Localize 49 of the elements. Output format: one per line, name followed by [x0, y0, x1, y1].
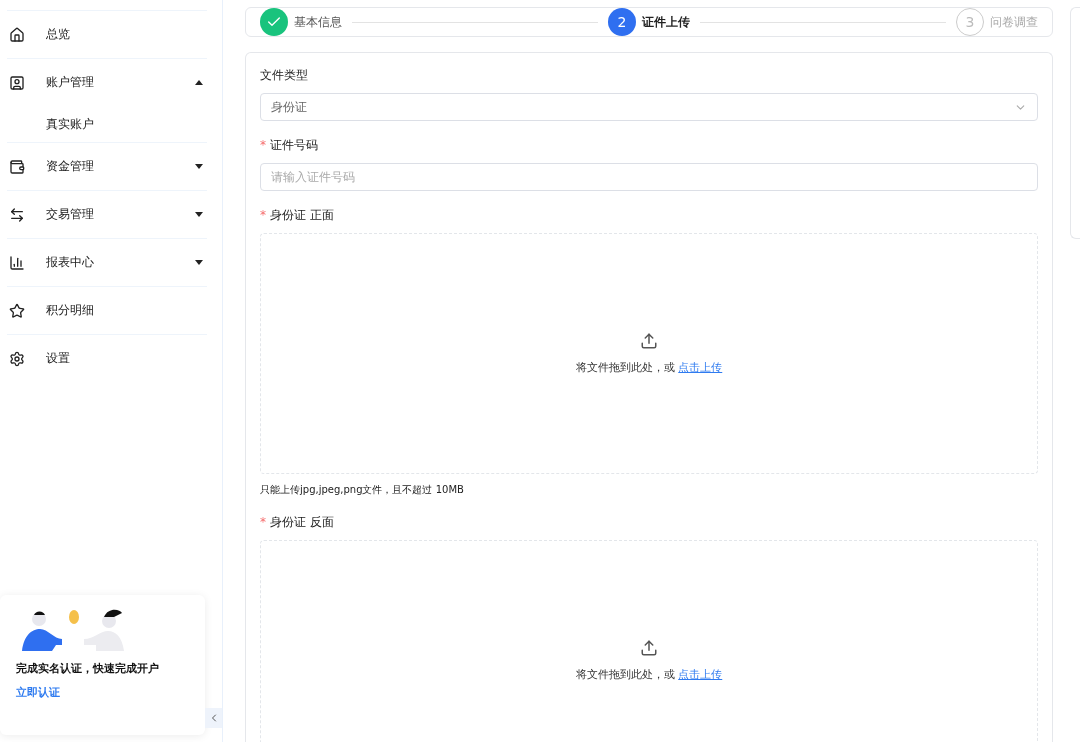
label-text: 证件号码	[270, 138, 318, 152]
select-field[interactable]: 身份证	[260, 93, 1038, 121]
exchange-icon	[9, 206, 25, 223]
label-text: 身份证 反面	[270, 515, 334, 529]
wallet-icon	[9, 158, 25, 175]
menu-label: 报表中心	[46, 254, 95, 271]
step-label: 证件上传	[642, 13, 690, 31]
upload-dropzone[interactable]: 将文件拖到此处，或 点击上传	[260, 233, 1038, 474]
menu-label: 积分明细	[46, 302, 95, 319]
upload-icon	[640, 332, 658, 350]
sidebar-item[interactable]: 设置	[7, 334, 207, 382]
upload-text: 将文件拖到此处，或 点击上传	[575, 360, 723, 375]
sidebar-item[interactable]: 资金管理	[7, 142, 207, 190]
upload-text: 将文件拖到此处，或 点击上传	[575, 667, 723, 682]
input-field[interactable]: 请输入证件号码	[260, 163, 1038, 191]
required-mark: *	[260, 515, 266, 529]
sidebar-item[interactable]: 交易管理	[7, 190, 207, 238]
user-card-icon	[9, 74, 25, 91]
upload-dropzone[interactable]: 将文件拖到此处，或 点击上传	[260, 540, 1038, 742]
submenu-item[interactable]: 真实账户	[0, 106, 207, 142]
required-mark: *	[260, 208, 266, 222]
home-icon	[9, 26, 25, 43]
step-number: 2	[617, 14, 627, 30]
menu-label: 真实账户	[46, 115, 95, 133]
menu-label: 交易管理	[46, 206, 95, 223]
step-number: 3	[965, 14, 975, 30]
menu-label: 总览	[46, 26, 71, 43]
menu-label: 资金管理	[46, 158, 95, 175]
sidebar-item[interactable]: 积分明细	[7, 286, 207, 334]
star-icon	[9, 302, 25, 319]
upload-hint: 只能上传jpg,jpeg,png文件，且不超过 10MB	[260, 483, 465, 497]
verify-link[interactable]: 立即认证	[16, 685, 60, 700]
step-label: 问卷调查	[990, 13, 1038, 31]
upload-link[interactable]: 点击上传	[678, 668, 723, 681]
promo-title: 完成实名认证，快速完成开户	[16, 661, 160, 676]
upload-link[interactable]: 点击上传	[678, 361, 723, 374]
required-mark: *	[260, 138, 266, 152]
settings-icon	[9, 350, 25, 367]
sidebar-item[interactable]: 账户管理	[7, 58, 207, 106]
menu-label: 账户管理	[46, 74, 95, 91]
sidebar-item[interactable]: 总览	[7, 10, 207, 58]
step-label: 基本信息	[294, 13, 342, 31]
label-text: 文件类型	[260, 68, 308, 82]
chart-icon	[9, 254, 25, 271]
label-text: 身份证 正面	[270, 208, 334, 222]
sidebar-item[interactable]: 报表中心	[7, 238, 207, 286]
collapse-button[interactable]	[205, 708, 222, 728]
menu-label: 设置	[46, 350, 71, 367]
upload-icon	[640, 639, 658, 657]
